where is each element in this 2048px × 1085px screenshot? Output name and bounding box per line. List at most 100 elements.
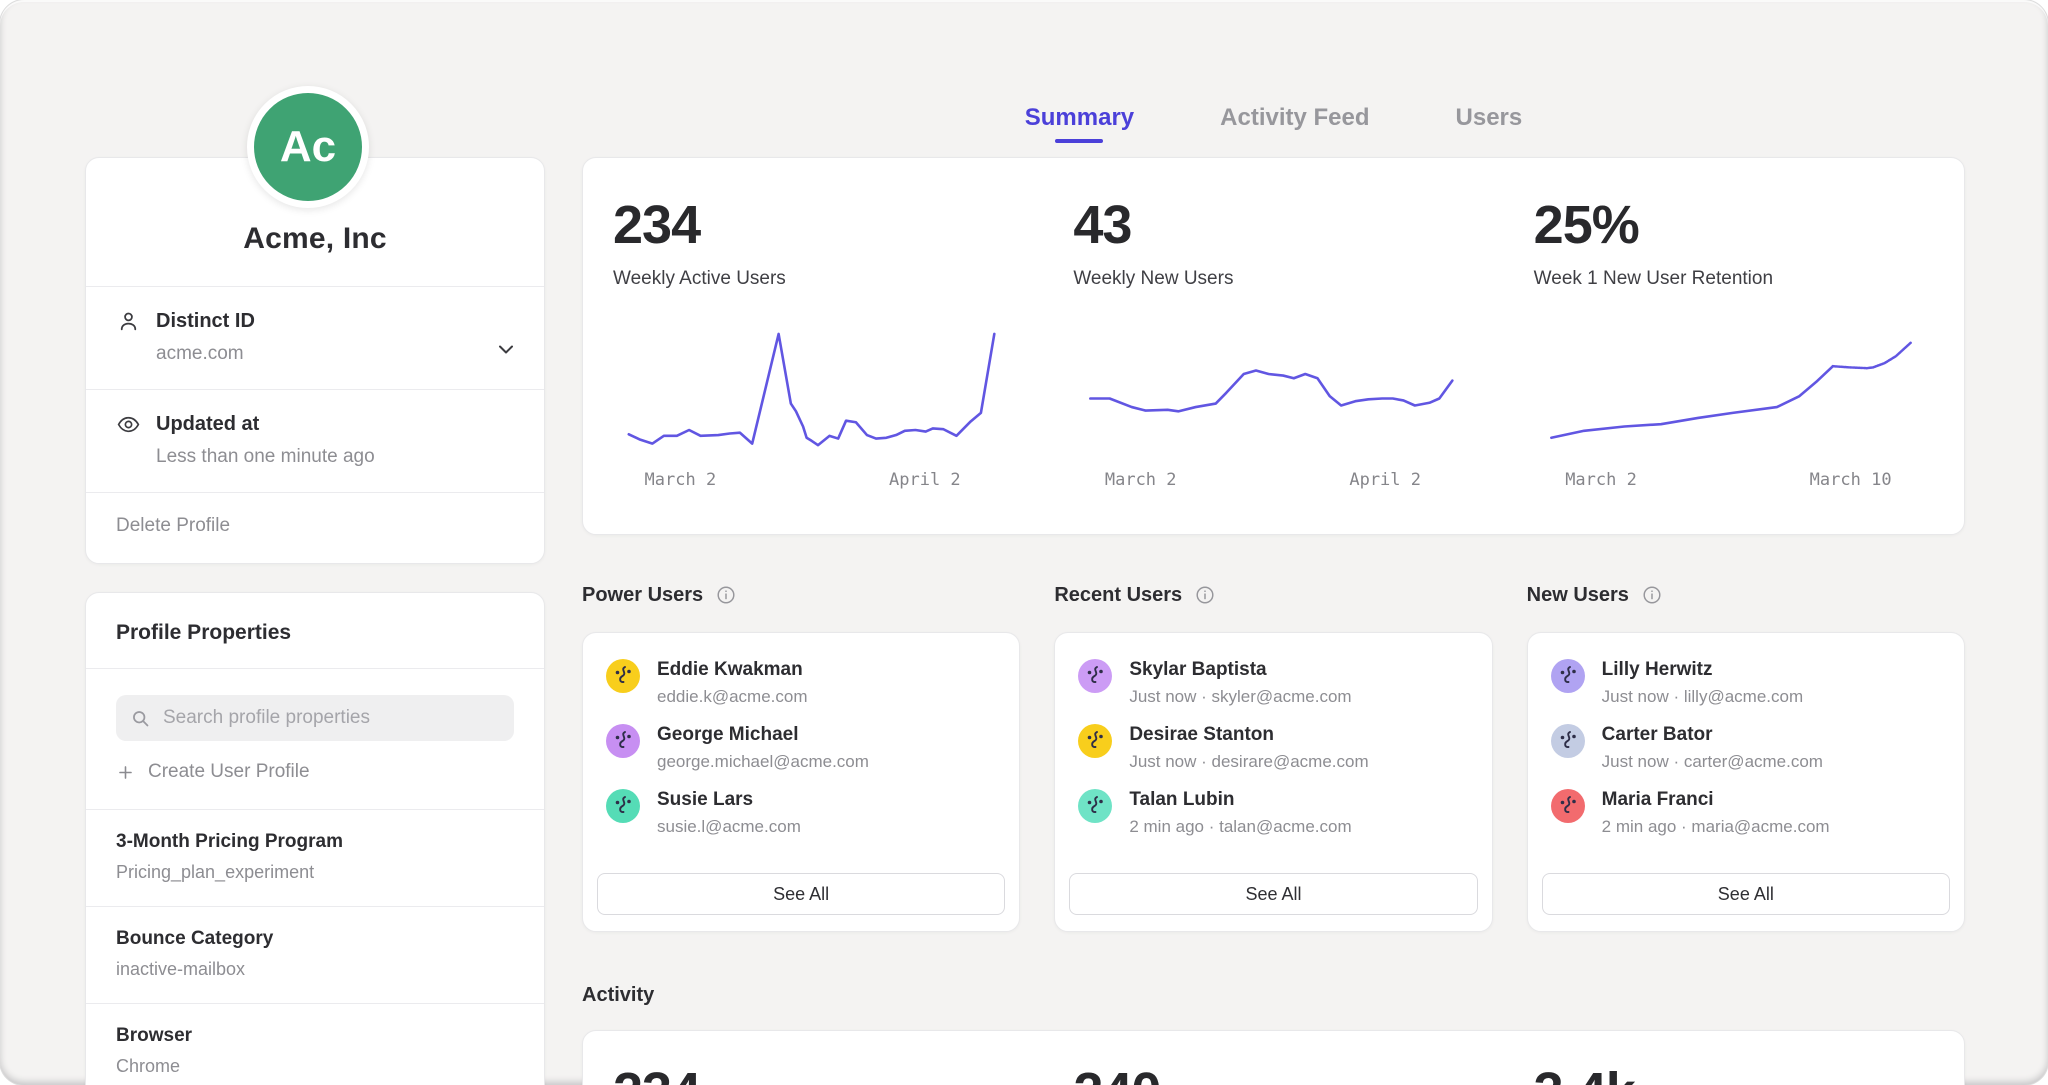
property-row[interactable]: Bounce Category inactive-mailbox	[86, 906, 544, 1003]
create-user-profile-label: Create User Profile	[148, 761, 310, 783]
search-input[interactable]	[161, 706, 500, 730]
updated-at-label: Updated at	[156, 413, 259, 436]
user-row[interactable]: Eddie Kwakman eddie.k@acme.com	[597, 659, 1005, 707]
user-avatar	[1078, 724, 1112, 758]
tab-activity-feed[interactable]: Activity Feed	[1220, 104, 1369, 143]
power-users-section: Power Users Eddie Kwakman eddie.k@acme.c…	[582, 582, 1020, 932]
distinct-id-row[interactable]: Distinct ID acme.com	[86, 286, 544, 389]
user-avatar	[606, 789, 640, 823]
person-icon	[116, 309, 141, 334]
info-icon[interactable]	[1641, 584, 1663, 606]
x-axis-tick: March 2	[1105, 470, 1177, 490]
property-row[interactable]: 3-Month Pricing Program Pricing_plan_exp…	[86, 809, 544, 906]
property-value: Pricing_plan_experiment	[116, 862, 514, 883]
stat-label: Weekly New Users	[1073, 268, 1467, 290]
property-row[interactable]: Browser Chrome	[86, 1003, 544, 1085]
distinct-id-label: Distinct ID	[156, 310, 255, 333]
delete-profile-button[interactable]: Delete Profile	[86, 492, 544, 563]
profile-properties-search[interactable]	[116, 695, 514, 741]
power-users-title: Power Users	[582, 584, 703, 607]
user-subtext: Just now · lilly@acme.com	[1602, 687, 1803, 707]
activity-stat-value: 234	[613, 1061, 1043, 1085]
user-subtext: george.michael@acme.com	[657, 752, 869, 772]
stat-weekly-active-users: 234 Weekly Active Users March 2 April 2	[583, 158, 1043, 534]
user-avatar	[1551, 789, 1585, 823]
company-summary-card: Acme, Inc Distinct ID acme.com	[85, 157, 545, 564]
user-avatar	[1551, 659, 1585, 693]
user-name: Maria Franci	[1602, 789, 1830, 811]
stat-value: 43	[1073, 194, 1467, 256]
user-name: Desirae Stanton	[1129, 724, 1368, 746]
company-profile-page: Ac Acme, Inc Distinct ID acme.com	[0, 0, 2048, 1085]
property-label: Browser	[116, 1025, 514, 1047]
user-subtext: Just now · carter@acme.com	[1602, 752, 1823, 772]
profile-tabs: Summary Activity Feed Users	[582, 104, 1965, 143]
user-row[interactable]: George Michael george.michael@acme.com	[597, 724, 1005, 772]
activity-stat: 234	[583, 1031, 1043, 1085]
see-all-button[interactable]: See All	[1542, 873, 1950, 915]
eye-icon	[116, 412, 141, 437]
company-avatar-initials: Ac	[280, 122, 336, 172]
user-avatar	[606, 659, 640, 693]
x-axis-tick: March 10	[1810, 470, 1892, 490]
user-row[interactable]: Maria Franci 2 min ago · maria@acme.com	[1542, 789, 1950, 837]
info-icon[interactable]	[715, 584, 737, 606]
search-icon	[130, 708, 151, 729]
weekly-active-users-chart: March 2 April 2	[613, 318, 1007, 496]
user-name: Carter Bator	[1602, 724, 1823, 746]
info-icon[interactable]	[1194, 584, 1216, 606]
property-value: Chrome	[116, 1056, 514, 1077]
stat-label: Weekly Active Users	[613, 268, 1007, 290]
user-row[interactable]: Desirae Stanton Just now · desirare@acme…	[1069, 724, 1477, 772]
x-axis-tick: March 2	[1565, 470, 1637, 490]
new-users-title: New Users	[1527, 584, 1629, 607]
user-name: Susie Lars	[657, 789, 801, 811]
user-row[interactable]: Carter Bator Just now · carter@acme.com	[1542, 724, 1950, 772]
stat-week1-retention: 25% Week 1 New User Retention March 2 Ma…	[1504, 158, 1964, 534]
user-sections: Power Users Eddie Kwakman eddie.k@acme.c…	[582, 582, 1965, 932]
tab-users[interactable]: Users	[1456, 104, 1523, 143]
divider	[86, 668, 544, 669]
power-users-card: Eddie Kwakman eddie.k@acme.com George Mi…	[582, 632, 1020, 932]
create-user-profile-button[interactable]: Create User Profile	[116, 761, 514, 783]
activity-stat-value: 240	[1073, 1061, 1503, 1085]
user-subtext: eddie.k@acme.com	[657, 687, 808, 707]
user-name: George Michael	[657, 724, 869, 746]
updated-at-row: Updated at Less than one minute ago	[86, 389, 544, 492]
profile-properties-card: Profile Properties Create User Profile 3…	[85, 592, 545, 1085]
profile-properties-title: Profile Properties	[86, 593, 544, 668]
user-row[interactable]: Talan Lubin 2 min ago · talan@acme.com	[1069, 789, 1477, 837]
activity-card: 234 240 3.4k	[582, 1030, 1965, 1085]
user-subtext: susie.l@acme.com	[657, 817, 801, 837]
user-row[interactable]: Lilly Herwitz Just now · lilly@acme.com	[1542, 659, 1950, 707]
x-axis-tick: March 2	[645, 470, 717, 490]
user-name: Skylar Baptista	[1129, 659, 1351, 681]
recent-users-section: Recent Users Skylar Baptista Just now · …	[1054, 582, 1492, 932]
user-name: Lilly Herwitz	[1602, 659, 1803, 681]
property-label: 3-Month Pricing Program	[116, 831, 514, 853]
recent-users-card: Skylar Baptista Just now · skyler@acme.c…	[1054, 632, 1492, 932]
x-axis-tick: April 2	[1349, 470, 1421, 490]
tab-summary[interactable]: Summary	[1025, 104, 1134, 143]
activity-stat: 240	[1043, 1031, 1503, 1085]
user-avatar	[1078, 659, 1112, 693]
weekly-new-users-chart: March 2 April 2	[1073, 318, 1467, 496]
chevron-down-icon[interactable]	[494, 337, 518, 361]
user-row[interactable]: Skylar Baptista Just now · skyler@acme.c…	[1069, 659, 1477, 707]
property-value: inactive-mailbox	[116, 959, 514, 980]
distinct-id-value: acme.com	[156, 343, 514, 365]
see-all-button[interactable]: See All	[1069, 873, 1477, 915]
updated-at-value: Less than one minute ago	[156, 446, 514, 468]
user-subtext: 2 min ago · maria@acme.com	[1602, 817, 1830, 837]
user-avatar	[1078, 789, 1112, 823]
user-avatar	[606, 724, 640, 758]
property-label: Bounce Category	[116, 928, 514, 950]
user-subtext: Just now · skyler@acme.com	[1129, 687, 1351, 707]
stat-value: 25%	[1534, 194, 1928, 256]
user-name: Eddie Kwakman	[657, 659, 808, 681]
week1-retention-chart: March 2 March 10	[1534, 318, 1928, 496]
active-tab-underline	[1055, 139, 1103, 143]
user-row[interactable]: Susie Lars susie.l@acme.com	[597, 789, 1005, 837]
new-users-card: Lilly Herwitz Just now · lilly@acme.com …	[1527, 632, 1965, 932]
see-all-button[interactable]: See All	[597, 873, 1005, 915]
